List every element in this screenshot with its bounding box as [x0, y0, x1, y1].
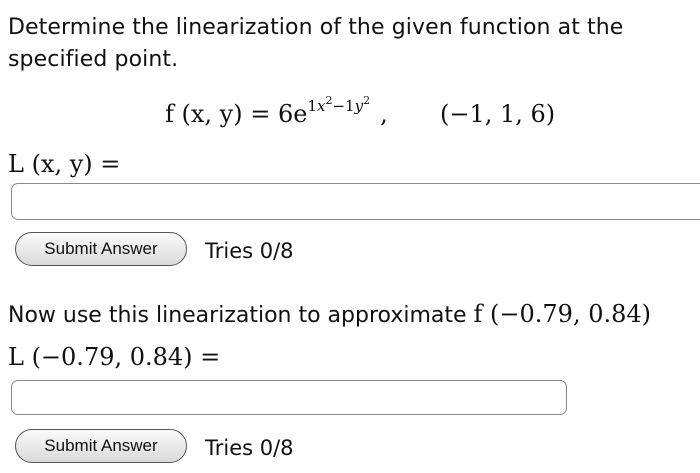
- approximation-text: Now use this linearization to approximat…: [8, 303, 467, 328]
- linearization-answer-input[interactable]: [11, 183, 700, 220]
- submit-answer-button-2[interactable]: Submit Answer: [15, 429, 187, 463]
- exponent-minus: −: [332, 97, 346, 115]
- approximation-prompt: Now use this linearization to approximat…: [8, 298, 651, 332]
- linearization-label: L (x, y) =: [8, 150, 121, 178]
- exponent-coef-2: 1: [345, 97, 355, 115]
- submit-answer-button-1[interactable]: Submit Answer: [15, 232, 187, 266]
- function-equation: f (x, y) = 6e1x2−1y2,: [165, 94, 388, 128]
- approximation-label: L (−0.79, 0.84) =: [8, 343, 221, 371]
- function-exponent: 1x2−1y2: [307, 94, 371, 115]
- function-lhs: f (x, y) = 6e: [165, 100, 308, 128]
- approximation-answer-input[interactable]: [11, 380, 567, 415]
- tries-counter-1: Tries 0/8: [205, 239, 294, 263]
- exponent-var-y: y: [354, 97, 364, 115]
- approximation-expression: f (−0.79, 0.84): [473, 300, 652, 328]
- exponent-power-2: 2: [363, 94, 371, 107]
- specified-point: (−1, 1, 6): [440, 100, 556, 128]
- exponent-coef-1: 1: [307, 97, 317, 115]
- equation-comma: ,: [380, 100, 388, 128]
- tries-counter-2: Tries 0/8: [205, 436, 294, 460]
- question-prompt: Determine the linearization of the given…: [8, 15, 624, 72]
